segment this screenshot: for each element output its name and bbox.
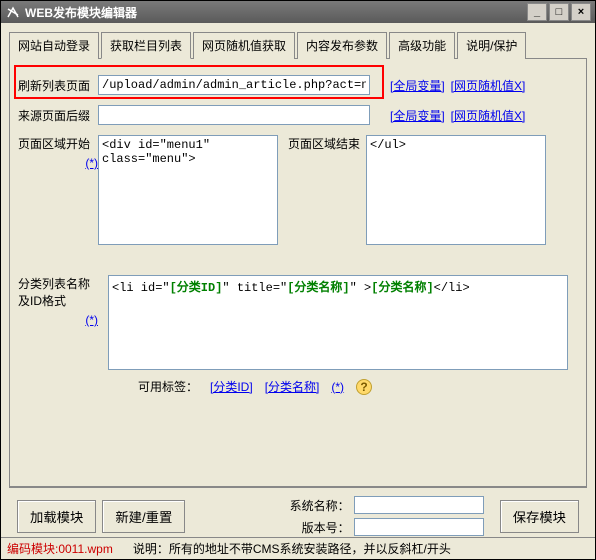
area-end-label-col: 页面区域结束 <box>288 135 366 245</box>
app-icon <box>5 4 21 20</box>
format-textarea[interactable]: <li id="[分类ID]" title="[分类名称]" >[分类名称]</… <box>108 275 568 370</box>
row-area: 页面区域开始 (*) <div id="menu1" class="menu">… <box>18 135 578 245</box>
tab-auto-login[interactable]: 网站自动登录 <box>9 32 99 59</box>
sys-name-input[interactable] <box>354 496 484 514</box>
window-title: WEB发布模块编辑器 <box>25 4 527 21</box>
tab-get-columns[interactable]: 获取栏目列表 <box>101 32 191 59</box>
bottom-panel: 加载模块 新建/重置 系统名称： 版本号： 保存模块 <box>9 487 587 544</box>
tags-label: 可用标签： <box>138 378 198 395</box>
format-label: 分类列表名称及ID格式 <box>18 275 98 309</box>
refresh-label: 刷新列表页面 <box>18 77 98 94</box>
version-label: 版本号： <box>302 519 350 536</box>
row-source-suffix: 来源页面后缀 [全局变量] [网页随机值X] <box>18 105 578 125</box>
sys-name-row: 系统名称： <box>290 496 484 514</box>
tag-asterisk[interactable]: (*) <box>331 380 344 394</box>
area-start-label: 页面区域开始 <box>18 135 98 152</box>
load-module-button[interactable]: 加载模块 <box>17 500 96 533</box>
system-fields: 系统名称： 版本号： <box>290 496 484 536</box>
tag-link-2[interactable]: [分类名称] <box>265 378 320 395</box>
close-button[interactable]: × <box>571 3 591 21</box>
save-module-button[interactable]: 保存模块 <box>500 500 579 533</box>
sys-name-label: 系统名称： <box>290 497 350 514</box>
area-start-label-col: 页面区域开始 (*) <box>18 135 98 245</box>
maximize-button[interactable]: □ <box>549 3 569 21</box>
version-row: 版本号： <box>302 518 484 536</box>
format-asterisk[interactable]: (*) <box>18 313 98 327</box>
global-var-link-1[interactable]: [全局变量] <box>390 77 445 94</box>
area-start-asterisk[interactable]: (*) <box>18 156 98 170</box>
random-x-link-2[interactable]: [网页随机值X] <box>451 107 526 124</box>
tab-bar: 网站自动登录 获取栏目列表 网页随机值获取 内容发布参数 高级功能 说明/保护 <box>9 31 587 59</box>
row-tags: 可用标签： [分类ID] [分类名称] (*) ? <box>138 378 578 395</box>
tab-advanced[interactable]: 高级功能 <box>389 32 455 59</box>
tag-link-1[interactable]: [分类ID] <box>210 378 253 395</box>
area-end-label: 页面区域结束 <box>288 135 366 152</box>
tab-publish-params[interactable]: 内容发布参数 <box>297 32 387 59</box>
tab-help-protect[interactable]: 说明/保护 <box>457 32 526 59</box>
area-start-textarea[interactable]: <div id="menu1" class="menu"> <box>98 135 278 245</box>
window-controls: _ □ × <box>527 3 591 21</box>
content-area: 网站自动登录 获取栏目列表 网页随机值获取 内容发布参数 高级功能 说明/保护 … <box>1 23 595 537</box>
source-suffix-label: 来源页面后缀 <box>18 107 98 124</box>
new-reset-button[interactable]: 新建/重置 <box>102 500 185 533</box>
source-suffix-input[interactable] <box>98 105 370 125</box>
minimize-button[interactable]: _ <box>527 3 547 21</box>
area-end-textarea[interactable]: </ul> <box>366 135 546 245</box>
refresh-input[interactable] <box>98 75 370 95</box>
help-icon[interactable]: ? <box>356 379 372 395</box>
global-var-link-2[interactable]: [全局变量] <box>390 107 445 124</box>
version-input[interactable] <box>354 518 484 536</box>
area-end-col: 页面区域结束 </ul> <box>288 135 546 245</box>
row-format: 分类列表名称及ID格式 (*) <li id="[分类ID]" title="[… <box>18 275 578 370</box>
format-label-col: 分类列表名称及ID格式 (*) <box>18 275 98 370</box>
tab-random-value[interactable]: 网页随机值获取 <box>193 32 295 59</box>
row-refresh: 刷新列表页面 [全局变量] [网页随机值X] <box>18 75 578 95</box>
area-start-col: 页面区域开始 (*) <div id="menu1" class="menu"> <box>18 135 278 245</box>
titlebar: WEB发布模块编辑器 _ □ × <box>1 1 595 23</box>
tab-pane: 刷新列表页面 [全局变量] [网页随机值X] 来源页面后缀 [全局变量] [网页… <box>9 59 587 487</box>
random-x-link-1[interactable]: [网页随机值X] <box>451 77 526 94</box>
app-window: WEB发布模块编辑器 _ □ × 网站自动登录 获取栏目列表 网页随机值获取 内… <box>0 0 596 560</box>
